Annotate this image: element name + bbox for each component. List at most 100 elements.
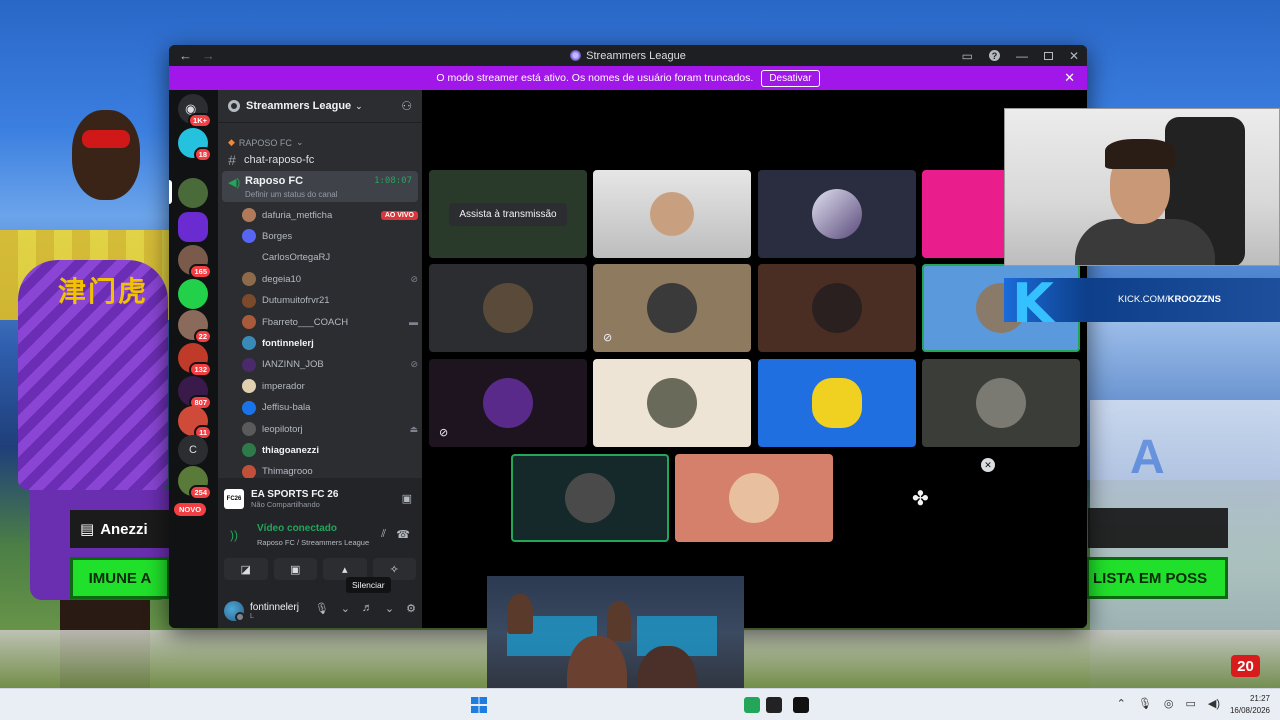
avatar[interactable] [224,601,245,622]
network-icon[interactable]: ▭ [1185,697,1195,710]
server-avatar-1[interactable] [178,178,208,208]
window-controls: ▭ ? — ✕ [962,45,1079,66]
player-mask [82,130,130,148]
share-screen-icon[interactable]: ▣ [402,492,412,505]
location-icon[interactable]: ◎ [1164,697,1174,710]
server-rail: ◉ 1K+ 18 165 22 132 807 11 C 254 NOVO [169,90,218,628]
kick-logo-icon: K [1012,272,1054,335]
minimize-icon[interactable]: — [1016,49,1028,63]
inbox-icon[interactable]: ▭ [962,49,973,63]
voice-status-title[interactable]: Vídeo conectado [257,523,337,534]
person [607,601,631,641]
chevron-down-icon[interactable]: ⌄ [385,602,394,615]
channel-category[interactable]: ◆ RAPOSO FC ⌄ [228,137,303,148]
text-channel[interactable]: # chat-raposo-fc [226,151,416,169]
chevron-down-icon[interactable]: ⌄ [341,602,350,615]
kick-url-prefix: KICK.COM/ [1118,294,1168,305]
close-icon[interactable]: ✕ [1069,49,1079,63]
avatar [242,272,256,287]
microphone-icon[interactable]: 🎙 [1138,697,1152,710]
invite-people-icon[interactable]: ⚇ [401,99,412,113]
server-avatar-6[interactable]: 11 [178,406,212,440]
voice-user-name: leopilotorj [262,423,303,435]
server-green[interactable] [178,279,208,309]
participant-tile-12[interactable] [511,454,669,542]
text-channel-name: chat-raposo-fc [244,154,315,166]
voice-user-name: Jeffisu-bala [262,402,311,414]
voice-user[interactable]: degeia10 ⊘ [242,270,418,288]
voice-user[interactable]: Dutumuitofrvr21 [242,292,418,310]
signal-icon: )) [230,528,238,542]
video-tile-1[interactable] [593,170,751,258]
activity-game: FC26 EA SPORTS FC 26 Não Compartilhando … [224,482,416,516]
headphones-icon[interactable]: ♬ [362,602,373,615]
windows-start-icon[interactable] [471,697,487,713]
title-bar: ← → Streammers League ▭ ? — ✕ [169,45,1087,66]
server-avatar-2[interactable]: 165 [178,245,212,279]
player-nametag: ▤ Anezzi [70,510,170,548]
voice-user[interactable]: imperador [242,377,418,395]
microphone-icon[interactable]: 🎙 [315,602,329,615]
voice-channel[interactable]: ◀) Raposo FC 1:08:07 Definir um status d… [222,171,418,202]
server-header[interactable]: Streammers League ⌄ ⚇ [218,90,422,123]
user-name: fontinnelerj [250,602,299,613]
participant-tile-9[interactable] [593,359,751,447]
discord-home-icon[interactable]: ◉ 1K+ [178,94,212,128]
taskbar-app-icon[interactable] [766,697,782,713]
voice-user[interactable]: fontinnelerj [242,334,418,352]
server-avatar-7[interactable]: 254 [178,466,212,500]
participant-tile-4[interactable] [429,264,587,352]
participant-tile-2[interactable] [758,170,916,258]
participant-tile-5[interactable]: ⊘ [593,264,751,352]
voice-user[interactable]: Borges [242,227,418,245]
voice-user[interactable]: leopilotorj ⏏ [242,420,418,438]
participant-tile-8[interactable]: ⊘ [429,359,587,447]
voice-user-name: CarlosOrtegaRJ [262,252,331,264]
voice-user[interactable]: CarlosOrtegaRJ [242,249,418,267]
voice-user[interactable]: thiagoanezzi [242,441,418,459]
dismiss-banner-icon[interactable]: ✕ [1064,70,1075,86]
watch-stream-button[interactable]: Assista à transmissão [449,202,567,226]
server-c[interactable]: C [178,435,208,465]
voice-user[interactable]: dafuria_metficha AO VIVO [242,206,418,224]
noise-suppression-icon[interactable]: ⫽ [381,528,386,541]
voice-user[interactable]: Fbarreto___COACH ▬ [242,313,418,331]
camera-off-button[interactable]: ◪ [224,558,268,580]
disable-streamer-mode-button[interactable]: Desativar [761,69,820,87]
maximize-icon[interactable] [1043,51,1053,60]
chevron-up-icon[interactable]: ⌃ [1117,697,1126,710]
taskbar-app-icon[interactable] [744,697,760,713]
participant-tile-11[interactable] [922,359,1080,447]
server-avatar-3[interactable]: 22 [178,310,212,344]
volume-icon[interactable]: ◀) [1208,697,1220,710]
settings-gear-icon[interactable]: ⚙ [406,602,416,615]
taskbar-clock[interactable]: 21:27 16/08/2026 [1230,693,1270,717]
participant-tile-13[interactable] [675,454,833,542]
stream-tile[interactable]: Assista à transmissão [429,170,587,258]
voice-status-subtitle[interactable]: Raposo FC / Streammers League [257,538,369,547]
kick-url: KICK.COM/KROOZZNS [1118,294,1221,305]
participant-tile-6[interactable] [758,264,916,352]
apps-activities-icon[interactable]: ✤ [912,486,929,511]
server-cyan[interactable]: 18 [178,128,212,162]
avatar [812,283,862,333]
game-title: EA SPORTS FC 26 [251,489,339,500]
server-avatar-4[interactable]: 132 [178,343,212,377]
person [507,594,533,634]
voice-user[interactable]: Jeffisu-bala [242,399,418,417]
participant-tile-10[interactable] [758,359,916,447]
badge: 1K+ [188,113,212,128]
voice-user-name: imperador [262,380,305,392]
avatar [729,473,779,523]
screen-share-button[interactable]: ▣ [273,558,317,580]
server-streammers-league[interactable] [178,212,208,242]
voice-user[interactable]: IANZINN_JOB ⊘ [242,356,418,374]
close-activity-icon[interactable]: ✕ [981,458,995,472]
taskbar-app-icon[interactable] [793,697,809,713]
ea-fc-logo: FC26 [224,489,244,509]
number-badge: 20 [1231,655,1260,677]
help-icon[interactable]: ? [988,50,1000,61]
channel-status[interactable]: Definir um status do canal [245,190,338,199]
server-avatar-5[interactable]: 807 [178,376,212,410]
disconnect-icon[interactable]: ☎ [396,528,410,541]
